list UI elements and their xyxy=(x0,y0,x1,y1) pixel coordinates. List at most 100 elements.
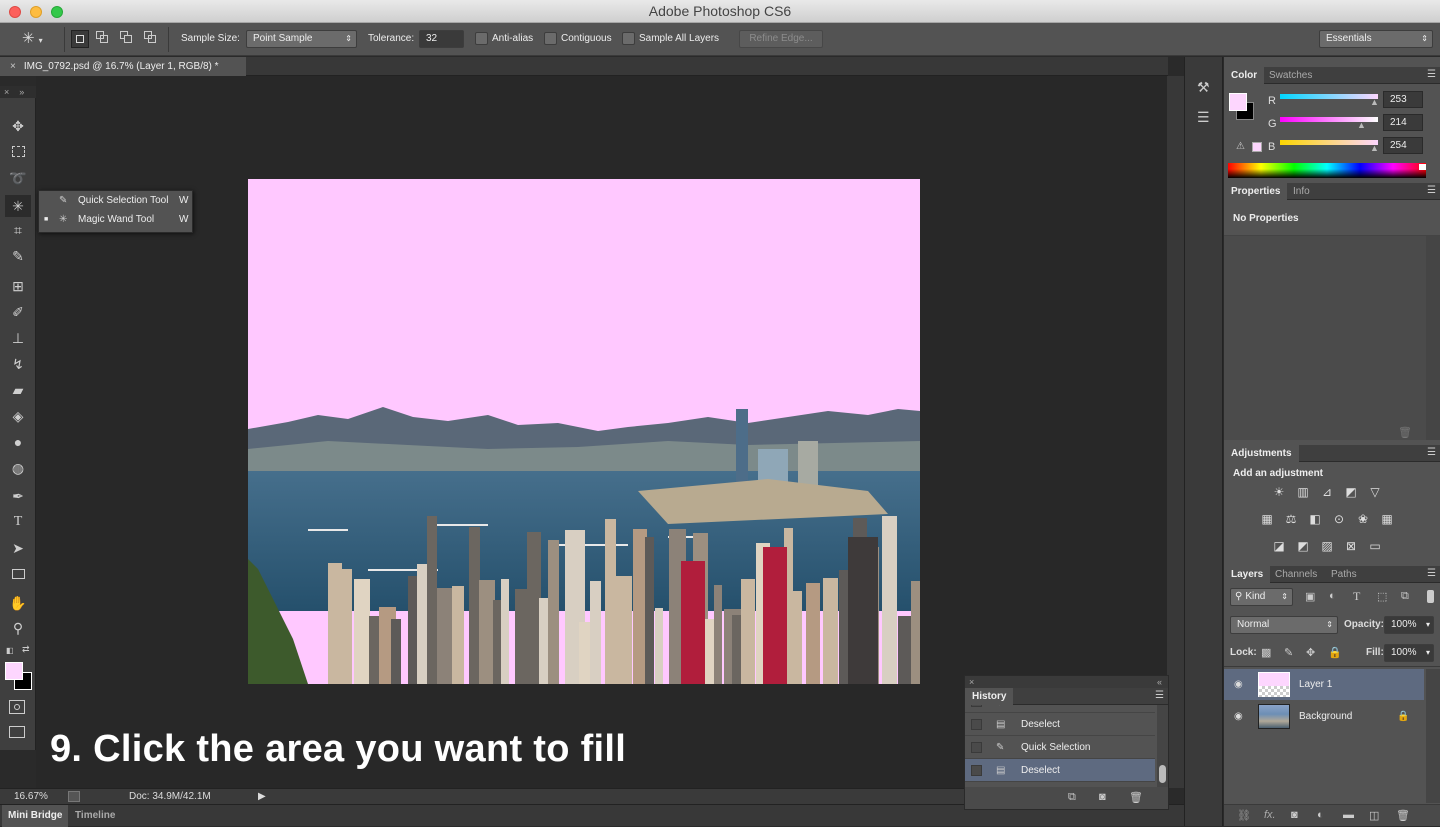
tool-presets-icon[interactable]: ☰ xyxy=(1197,109,1210,126)
sample-size-select[interactable]: Point Sample ⇕ xyxy=(246,30,357,48)
blend-mode-select[interactable]: Normal ⇕ xyxy=(1230,616,1338,634)
tab-history[interactable]: History xyxy=(965,688,1014,705)
sample-all-layers-checkbox[interactable] xyxy=(622,32,635,45)
properties-scrollbar[interactable] xyxy=(1426,236,1440,440)
brush-tool-icon[interactable]: ✐ xyxy=(9,304,27,320)
tolerance-input[interactable]: 32 xyxy=(419,30,464,48)
color-balance-icon[interactable]: ⚖ xyxy=(1283,512,1299,526)
delete-state-icon[interactable]: 🗑 xyxy=(1129,791,1143,804)
vertical-scrollbar[interactable] xyxy=(1167,76,1184,788)
paint-bucket-tool-icon[interactable]: ◈ xyxy=(9,408,27,424)
trash-icon[interactable]: 🗑 xyxy=(1398,426,1412,439)
filter-type-icon[interactable]: T xyxy=(1353,589,1360,604)
history-item[interactable]: ◈ Paint Bucket xyxy=(965,705,1155,713)
blue-value[interactable]: 254 xyxy=(1383,137,1423,154)
lock-position-icon[interactable]: ✥ xyxy=(1306,646,1315,659)
levels-icon[interactable]: ▥ xyxy=(1295,485,1311,499)
new-document-from-state-icon[interactable]: ⧉ xyxy=(1068,791,1076,804)
tab-adjustments[interactable]: Adjustments xyxy=(1224,445,1299,462)
history-item[interactable]: ▤ Deselect xyxy=(965,713,1155,736)
red-slider[interactable] xyxy=(1280,94,1378,99)
panel-menu-icon[interactable]: ☰ xyxy=(1427,185,1436,196)
marquee-tool-icon[interactable] xyxy=(9,144,27,160)
rectangle-tool-icon[interactable] xyxy=(9,566,27,582)
blue-slider[interactable] xyxy=(1280,140,1378,145)
new-group-icon[interactable]: ▬ xyxy=(1343,809,1354,821)
selective-color-icon[interactable]: ⊠ xyxy=(1343,539,1359,553)
new-layer-icon[interactable]: ◫ xyxy=(1369,809,1379,822)
white-swatch[interactable] xyxy=(1419,164,1426,170)
slider-thumb-icon[interactable]: ▲ xyxy=(1370,97,1379,107)
vibrance-icon[interactable]: ▽ xyxy=(1367,485,1383,499)
status-menu-arrow-icon[interactable]: ▶ xyxy=(258,789,266,805)
contiguous-checkbox[interactable] xyxy=(544,32,557,45)
tool-preset-picker[interactable]: ✳ ▾ xyxy=(22,29,54,49)
tab-properties[interactable]: Properties xyxy=(1224,183,1288,200)
layer-row-layer-1[interactable]: ◉ Layer 1 xyxy=(1224,669,1424,700)
filter-toggle-switch[interactable] xyxy=(1427,590,1434,603)
expand-icon[interactable]: » xyxy=(19,87,24,97)
eraser-tool-icon[interactable]: ▰ xyxy=(9,382,27,398)
history-item-selected[interactable]: ▤ Deselect xyxy=(965,759,1155,782)
blur-tool-icon[interactable]: ● xyxy=(9,434,27,450)
posterize-icon[interactable]: ◩ xyxy=(1295,539,1311,553)
tab-channels[interactable]: Channels xyxy=(1268,566,1324,583)
anti-alias-checkbox[interactable] xyxy=(475,32,488,45)
history-brush-tool-icon[interactable]: ↯ xyxy=(9,356,27,372)
close-window-button[interactable] xyxy=(9,6,21,18)
zoom-level[interactable]: 16.67% xyxy=(14,789,48,805)
tab-layers[interactable]: Layers xyxy=(1224,566,1271,583)
eye-visibility-icon[interactable]: ◉ xyxy=(1234,701,1243,732)
filter-pixel-icon[interactable]: ▣ xyxy=(1305,590,1315,603)
tab-info[interactable]: Info xyxy=(1286,183,1317,200)
invert-icon[interactable]: ◪ xyxy=(1271,539,1287,553)
subtract-from-selection-button[interactable] xyxy=(120,31,134,45)
default-colors-icon[interactable]: ◧ xyxy=(6,646,14,655)
link-layers-icon[interactable]: ⛓ xyxy=(1237,809,1251,822)
intersect-selection-button[interactable] xyxy=(144,31,158,45)
layer-filter-kind-select[interactable]: ⚲ Kind ⇕ xyxy=(1230,588,1293,606)
panel-menu-icon[interactable]: ☰ xyxy=(1427,69,1436,80)
flyout-item-magic-wand[interactable]: ■ ✳ Magic Wand Tool W xyxy=(39,210,192,229)
hue-saturation-icon[interactable]: ▦ xyxy=(1259,512,1275,526)
quick-mask-icon[interactable] xyxy=(9,700,25,714)
close-tab-icon[interactable]: × xyxy=(10,61,16,72)
minimize-window-button[interactable] xyxy=(30,6,42,18)
zoom-tool-icon[interactable]: ⚲ xyxy=(9,620,27,636)
brush-presets-icon[interactable]: ⚒ xyxy=(1197,79,1210,96)
move-tool-icon[interactable]: ✥ xyxy=(9,118,27,134)
new-selection-button[interactable] xyxy=(71,30,89,48)
lasso-tool-icon[interactable]: ➰ xyxy=(9,170,27,186)
zoom-window-button[interactable] xyxy=(51,6,63,18)
foreground-color-swatch[interactable] xyxy=(5,662,23,680)
fill-input[interactable]: 100% ▾ xyxy=(1384,644,1434,662)
opacity-input[interactable]: 100% ▾ xyxy=(1384,616,1434,634)
black-white-icon[interactable]: ◧ xyxy=(1307,512,1323,526)
lock-transparent-icon[interactable]: ▩ xyxy=(1261,646,1271,659)
gamut-color-swatch[interactable] xyxy=(1252,142,1262,152)
history-item[interactable]: ✎ Quick Selection xyxy=(965,736,1155,759)
red-value[interactable]: 253 xyxy=(1383,91,1423,108)
color-lookup-icon[interactable]: ▦ xyxy=(1379,512,1395,526)
photo-filter-icon[interactable]: ⊙ xyxy=(1331,512,1347,526)
collapse-icon[interactable]: « xyxy=(1157,676,1162,688)
color-fg-swatch[interactable] xyxy=(1229,93,1247,111)
threshold-icon[interactable]: ▨ xyxy=(1319,539,1335,553)
dodge-tool-icon[interactable]: ◍ xyxy=(9,460,27,476)
slider-thumb-icon[interactable]: ▲ xyxy=(1357,120,1366,130)
layer-row-background[interactable]: ◉ Background 🔒 xyxy=(1224,701,1424,732)
tab-timeline[interactable]: Timeline xyxy=(69,805,121,827)
curves-icon[interactable]: ⊿ xyxy=(1319,485,1335,499)
add-to-selection-button[interactable] xyxy=(96,31,110,45)
filter-smart-object-icon[interactable]: ⧉ xyxy=(1401,590,1409,603)
workspace-select[interactable]: Essentials ⇕ xyxy=(1319,30,1433,48)
delete-layer-icon[interactable]: 🗑 xyxy=(1396,809,1410,822)
filter-shape-icon[interactable]: ⬚ xyxy=(1377,590,1387,603)
tab-mini-bridge[interactable]: Mini Bridge xyxy=(2,805,69,827)
add-mask-icon[interactable]: ◙ xyxy=(1291,809,1298,821)
close-panel-icon[interactable]: × xyxy=(4,87,9,97)
magic-wand-tool-icon[interactable]: ✳ xyxy=(5,195,31,217)
tab-swatches[interactable]: Swatches xyxy=(1262,67,1319,84)
hand-tool-icon[interactable]: ✋ xyxy=(9,595,27,611)
new-snapshot-icon[interactable]: ◙ xyxy=(1099,791,1106,803)
